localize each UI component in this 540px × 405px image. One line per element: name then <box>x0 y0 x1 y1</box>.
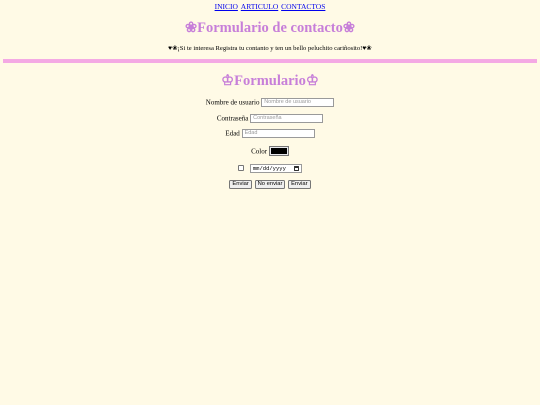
age-row: Edad <box>0 128 540 138</box>
password-input[interactable] <box>250 113 324 123</box>
color-swatch <box>270 148 287 155</box>
date-input[interactable]: mm/dd/yyyy <box>249 163 302 173</box>
color-label: Color <box>251 147 268 156</box>
tagline: ♥❀¡Si te interesa Registra tu contanto y… <box>168 45 372 52</box>
password-label: Contraseña <box>216 114 249 123</box>
submit-button-2[interactable]: Enviar <box>288 179 311 189</box>
color-row: Color <box>0 146 540 157</box>
submit-button[interactable]: Enviar <box>229 179 252 189</box>
top-nav: INICIO ARTICULO CONTACTOS <box>0 2 540 12</box>
username-label: Nombre de usuario <box>205 98 260 107</box>
age-label: Edad <box>225 129 240 138</box>
color-picker[interactable] <box>268 146 289 157</box>
date-placeholder: mm/dd/yyyy <box>252 164 286 172</box>
date-row: mm/dd/yyyy <box>0 163 540 173</box>
username-input[interactable] <box>261 97 335 107</box>
nav-link-inicio[interactable]: INICIO <box>215 2 238 11</box>
divider <box>3 59 537 63</box>
checkbox[interactable] <box>238 165 245 172</box>
page-title: ❀Formulario de contacto❀ <box>184 20 356 36</box>
age-input[interactable] <box>241 128 315 138</box>
password-row: Contraseña <box>0 113 540 123</box>
no-submit-button[interactable]: No enviar <box>254 179 286 189</box>
nav-link-articulo[interactable]: ARTICULO <box>241 2 278 11</box>
page: INICIO ARTICULO CONTACTOS ❀Formulario de… <box>0 0 540 405</box>
button-row: Enviar No enviar Enviar <box>0 179 540 189</box>
calendar-icon[interactable] <box>293 165 299 171</box>
form-title: ♔Formulario♔ <box>221 73 319 89</box>
nav-link-contactos[interactable]: CONTACTOS <box>281 2 325 11</box>
username-row: Nombre de usuario <box>0 97 540 107</box>
